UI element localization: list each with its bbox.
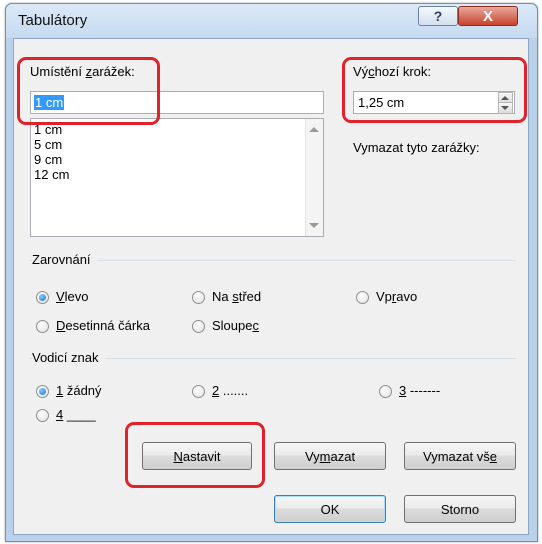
spin-down-button[interactable] [498, 102, 513, 114]
clear-all-button[interactable]: Vymazat vš e [404, 442, 516, 470]
leader-dots-label: 2 ....... [212, 383, 249, 398]
radio-icon [192, 320, 205, 333]
align-left-label: Vlevo [56, 289, 89, 304]
list-item[interactable]: 5 cm [31, 137, 69, 152]
list-item[interactable]: 9 cm [31, 152, 69, 167]
list-item[interactable]: 12 cm [31, 167, 69, 182]
alignment-divider [30, 260, 516, 261]
alignment-title: Zarovnání [32, 252, 97, 267]
close-icon: X [482, 7, 493, 25]
tab-position-label: Umístění zarážek: [30, 64, 135, 79]
default-step-label: Výchozí krok: [353, 64, 432, 79]
chevron-up-icon [501, 96, 509, 100]
list-scrollbar[interactable] [305, 119, 323, 236]
clear-button[interactable]: Vy m azat [274, 442, 386, 470]
radio-icon [36, 409, 49, 422]
align-center-label: Na střed [212, 289, 262, 304]
dialog-window: Tabulátory ? X Umístění zarážek: 1 cm 1 … [5, 3, 538, 542]
align-bar-label: Sloupec [212, 318, 259, 333]
cancel-button[interactable]: Storno [404, 495, 516, 523]
tab-position-input[interactable]: 1 cm [30, 91, 324, 114]
default-step-value: 1,25 cm [358, 95, 405, 110]
list-item[interactable]: 1 cm [31, 122, 69, 137]
leader-none-label: 1 žádný [56, 383, 102, 398]
help-button[interactable]: ? [418, 6, 458, 26]
chevron-down-icon [501, 106, 509, 110]
clear-tabs-label: Vymazat tyto zarážky: [353, 140, 480, 155]
tab-position-value: 1 cm [34, 95, 65, 110]
ok-button[interactable]: OK [274, 495, 386, 523]
dialog-content: Umístění zarážek: 1 cm 1 cm 5 cm 9 cm 12… [13, 38, 529, 535]
radio-icon [36, 320, 49, 333]
radio-icon [192, 291, 205, 304]
help-icon: ? [433, 8, 443, 24]
set-button[interactable]: Nastavit [142, 442, 252, 470]
tab-stop-items: 1 cm 5 cm 9 cm 12 cm [31, 122, 69, 182]
align-right-label: Vpravo [376, 289, 418, 304]
radio-checked-icon [36, 385, 49, 398]
window-title: Tabulátory [18, 12, 88, 29]
leader-title: Vodicí znak [32, 350, 105, 365]
radio-icon [192, 385, 205, 398]
scroll-up-icon[interactable] [309, 127, 319, 132]
scroll-down-icon[interactable] [309, 223, 319, 228]
align-decimal-label: Desetinná čárka [56, 318, 150, 333]
radio-icon [379, 385, 392, 398]
close-button[interactable]: X [458, 6, 518, 26]
default-step-input[interactable]: 1,25 cm [353, 91, 515, 114]
leader-dashes-label: 3 ------- [399, 383, 441, 398]
title-bar[interactable]: Tabulátory ? X [6, 4, 537, 38]
tab-position-list[interactable]: 1 cm 5 cm 9 cm 12 cm [30, 118, 324, 237]
radio-checked-icon [36, 291, 49, 304]
radio-icon [356, 291, 369, 304]
leader-underline-label: 4 ____ [56, 407, 96, 422]
